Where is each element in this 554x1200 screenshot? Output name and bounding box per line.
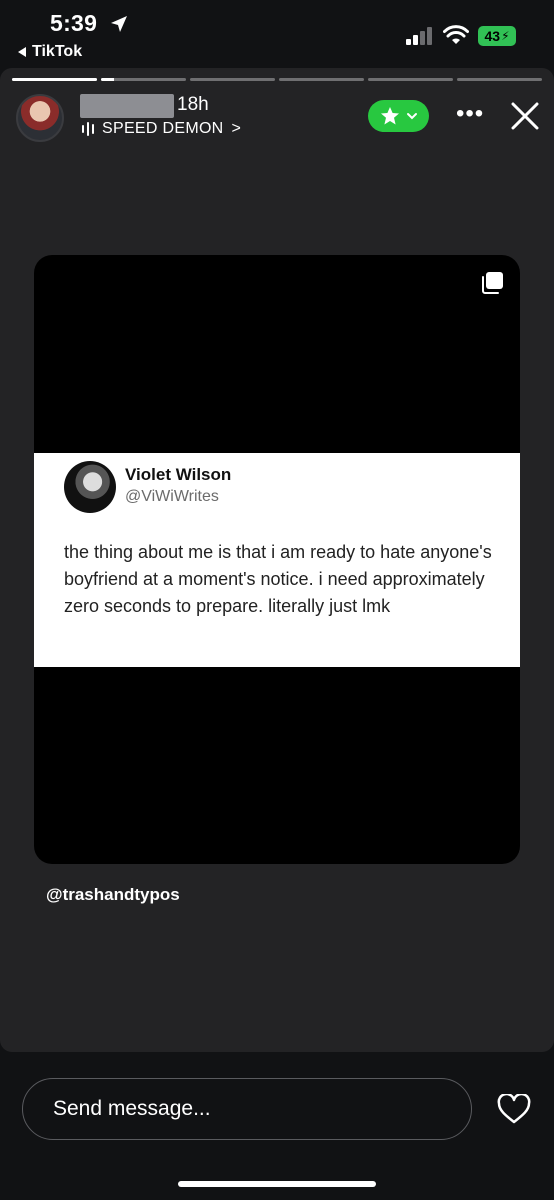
audio-bars-icon xyxy=(82,122,94,136)
cellular-signal-icon xyxy=(406,27,432,45)
username-redacted[interactable] xyxy=(80,94,174,118)
progress-segment xyxy=(457,78,542,81)
shared-post-card[interactable]: Violet Wilson @ViWiWrites the thing abou… xyxy=(34,255,520,864)
more-options-button[interactable]: ••• xyxy=(456,102,484,126)
tweet-author-avatar xyxy=(64,461,116,513)
progress-fill xyxy=(101,78,114,81)
post-age: 18h xyxy=(177,94,209,115)
charging-bolt-icon: ⚡ xyxy=(501,29,510,43)
story-progress-bar xyxy=(12,78,542,81)
tweet-author-handle: @ViWiWrites xyxy=(125,488,219,505)
progress-segment xyxy=(279,78,364,81)
tweet-author-name: Violet Wilson xyxy=(125,465,232,484)
back-app-label: TikTok xyxy=(32,43,83,60)
tweet-text: the thing about me is that i am ready to… xyxy=(64,542,492,616)
back-arrow-icon xyxy=(18,47,26,57)
avatar[interactable] xyxy=(16,94,64,142)
progress-segment xyxy=(12,78,97,81)
heart-icon[interactable] xyxy=(497,1094,531,1124)
close-friends-button[interactable] xyxy=(368,100,429,132)
music-title: SPEED DEMON xyxy=(102,120,224,137)
back-to-app-link[interactable]: TikTok xyxy=(18,43,82,61)
progress-segment xyxy=(190,78,275,81)
mention-sticker[interactable]: @trashandtypos xyxy=(46,885,180,905)
progress-segment xyxy=(101,78,186,81)
location-arrow-icon xyxy=(111,16,127,32)
chevron-down-icon xyxy=(406,113,417,120)
status-bar: 5:39 TikTok 43 ⚡ xyxy=(0,0,554,66)
progress-fill xyxy=(12,78,97,81)
battery-percent: 43 xyxy=(484,28,501,44)
progress-segment xyxy=(368,78,453,81)
tweet-screenshot: Violet Wilson @ViWiWrites the thing abou… xyxy=(34,453,520,667)
carousel-icon xyxy=(482,272,503,294)
home-indicator[interactable] xyxy=(178,1181,376,1187)
music-sticker-link[interactable]: SPEED DEMON > xyxy=(82,120,241,138)
wifi-icon xyxy=(443,25,469,44)
send-message-input[interactable] xyxy=(22,1078,472,1140)
battery-indicator: 43 ⚡ xyxy=(478,26,516,46)
story-viewer[interactable]: 18h SPEED DEMON > ••• Violet Wilson @ViW… xyxy=(0,68,554,1052)
clock: 5:39 xyxy=(50,10,98,36)
story-header: 18h SPEED DEMON > ••• xyxy=(0,92,554,152)
close-icon[interactable] xyxy=(509,100,541,132)
chevron-right-icon: > xyxy=(231,120,242,137)
star-icon xyxy=(380,107,399,125)
